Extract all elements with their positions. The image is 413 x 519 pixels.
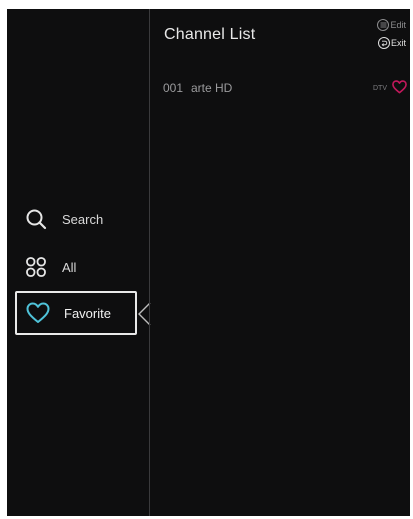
panel-divider xyxy=(149,9,150,516)
exit-label: Exit xyxy=(390,38,406,48)
grid-icon xyxy=(24,255,48,279)
back-icon xyxy=(377,37,390,49)
nav-favorite[interactable]: Favorite xyxy=(15,291,137,335)
channel-name: arte HD xyxy=(191,81,233,95)
channel-number: 001 xyxy=(163,81,184,95)
nav-all[interactable]: All xyxy=(15,245,137,289)
channel-row[interactable]: 001 arte HD DTV xyxy=(157,77,409,99)
tv-screen: Search All Favorite Channel List Edit Ex… xyxy=(7,9,410,516)
page-title: Channel List xyxy=(164,26,256,43)
nav-all-label: All xyxy=(62,259,77,275)
search-icon xyxy=(24,207,48,231)
nav-search[interactable]: Search xyxy=(15,197,137,241)
heart-icon xyxy=(26,301,50,325)
favorite-heart-icon xyxy=(392,80,407,94)
nav-favorite-label: Favorite xyxy=(64,305,111,321)
exit-button[interactable]: Exit xyxy=(377,37,406,49)
edit-button[interactable]: Edit xyxy=(377,19,406,31)
nav-search-label: Search xyxy=(62,211,104,227)
channel-type: DTV xyxy=(373,84,387,92)
edit-label: Edit xyxy=(390,20,406,30)
menu-icon xyxy=(377,19,390,31)
